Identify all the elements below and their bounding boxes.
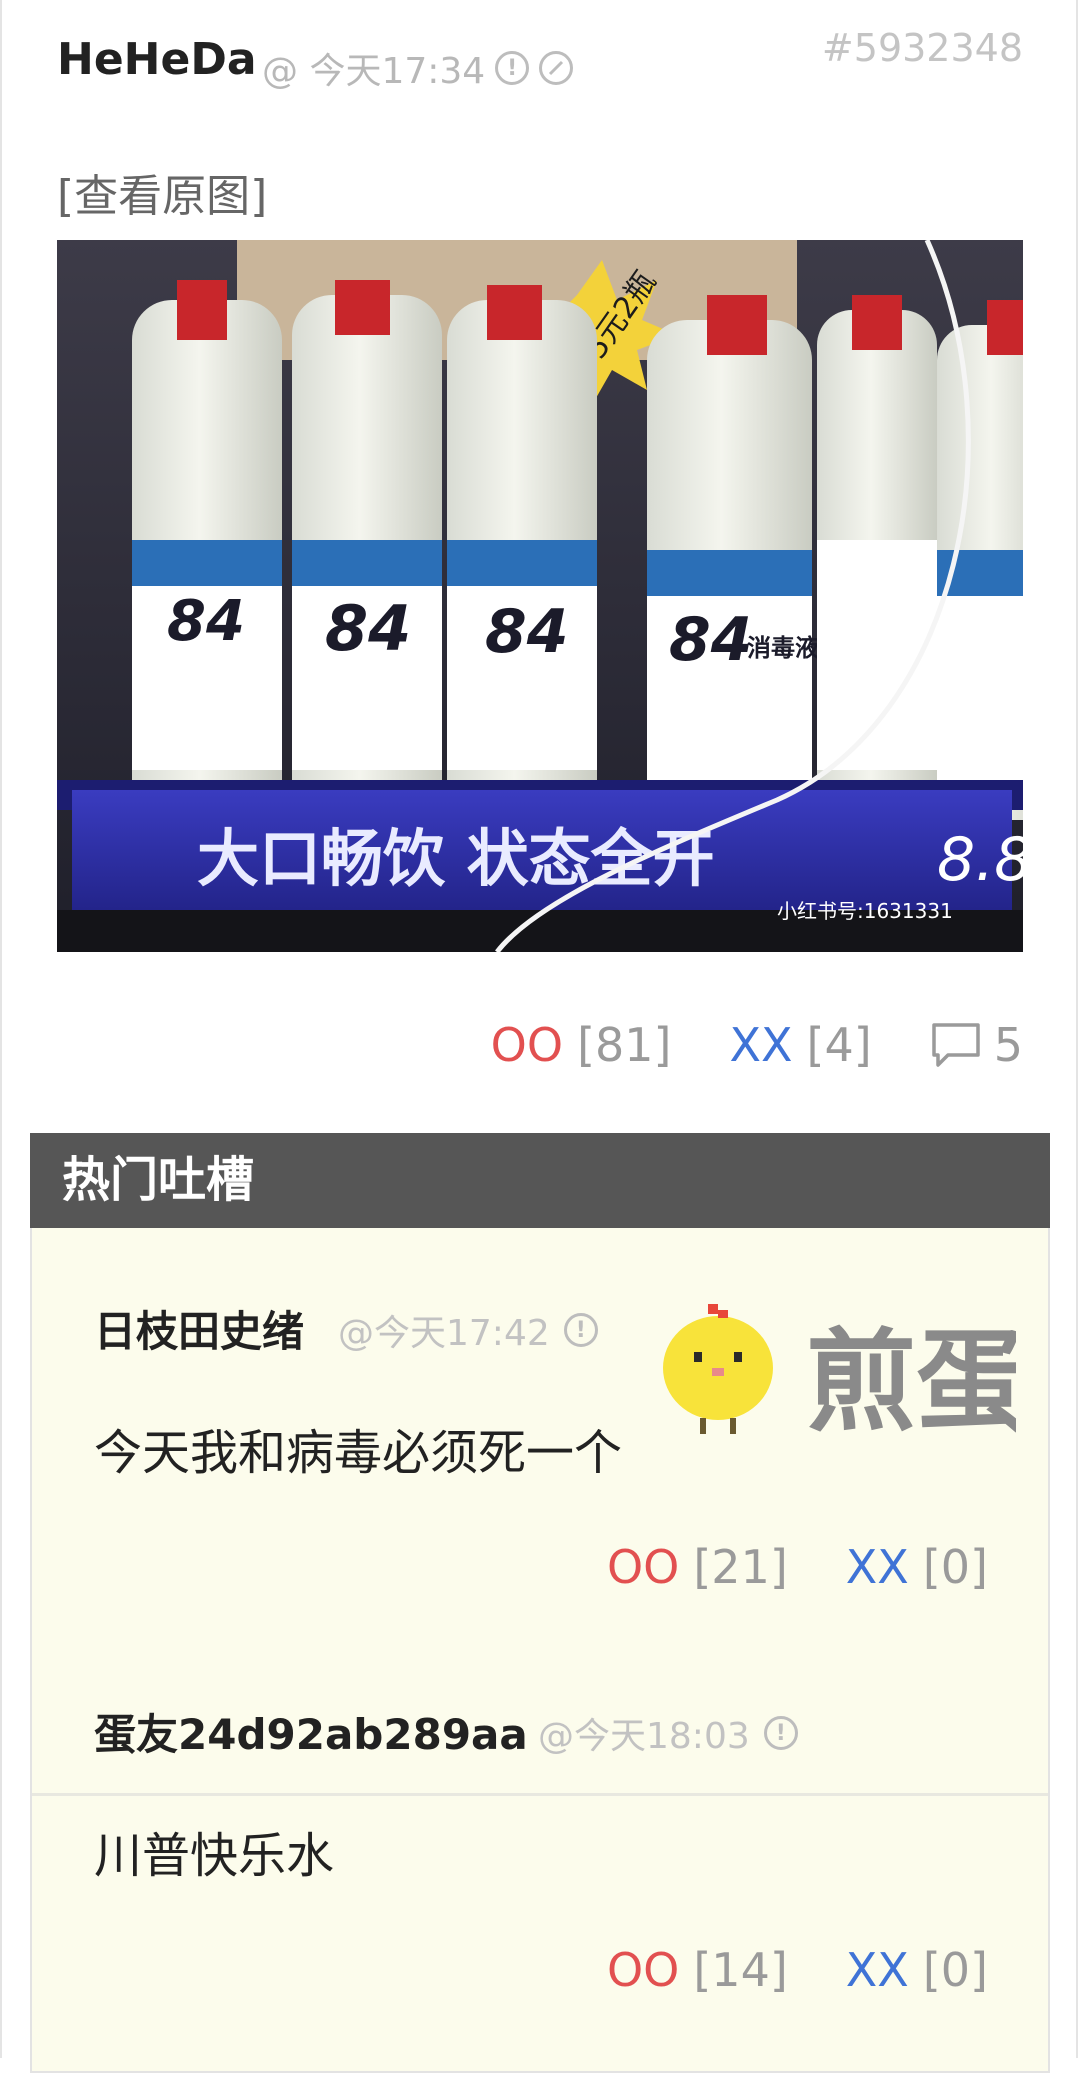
comment-meta: @今天17:42 ! [338, 1304, 598, 1356]
xx-label: XX [729, 1018, 793, 1072]
comment-text: 今天我和病毒必须死一个 [94, 1425, 623, 1481]
comment-time: @今天17:42 [338, 1313, 550, 1354]
bottle-label-2: 84 [325, 592, 411, 665]
post-meta: @ 今天17:34 ! [262, 42, 574, 94]
oo-vote-button[interactable]: OO [21] [607, 1540, 788, 1594]
bottle-label-3: 84 [485, 597, 569, 667]
oo-count: [21] [693, 1540, 788, 1594]
post-header: HeHeDa @ 今天17:34 ! #5932348 [57, 26, 1023, 92]
comment-author[interactable]: 蛋友24d92ab289aa [94, 1701, 528, 1762]
comment-meta: @今天18:03 ! [538, 1707, 798, 1759]
comment-author[interactable]: 日枝田史绪 [94, 1298, 304, 1359]
report-icon[interactable]: ! [563, 1313, 598, 1347]
post-author[interactable]: HeHeDa [57, 34, 257, 85]
bottle-label-1: 84 [167, 589, 245, 654]
xx-count: [0] [922, 1943, 988, 1997]
oo-vote-button[interactable]: OO [14] [607, 1943, 788, 1997]
oo-count: [14] [693, 1943, 788, 1997]
oo-label: OO [606, 1943, 680, 1997]
report-icon[interactable]: ! [763, 1716, 798, 1750]
photo-watermark: 小红书号:1631331 [777, 899, 953, 923]
xx-count: [4] [806, 1018, 872, 1072]
xx-label: XX [845, 1540, 909, 1594]
oo-count: [81] [577, 1018, 672, 1072]
xx-label: XX [845, 1943, 909, 1997]
bottles-photo: 5元2瓶 84 84 84 84 消毒液 大口畅饮 状态全开 8.8 小红书号:… [57, 240, 1023, 952]
post-image[interactable]: 5元2瓶 84 84 84 84 消毒液 大口畅饮 状态全开 8.8 小红书号:… [57, 240, 1023, 952]
xx-vote-button[interactable]: XX [0] [846, 1540, 988, 1594]
comment-item: 蛋友24d92ab289aa @今天18:03 ! 川普快乐水 OO [14] … [32, 1661, 1048, 1997]
comment-time: @今天18:03 [538, 1716, 750, 1757]
oo-label: OO [490, 1018, 564, 1072]
view-original-link[interactable]: [查看原图] [57, 160, 267, 224]
block-icon[interactable] [539, 51, 574, 85]
post-id[interactable]: #5932348 [822, 26, 1023, 70]
post-time: @ 今天17:34 [262, 51, 486, 92]
bottle-label-4: 84 [669, 605, 753, 675]
oo-label: OO [606, 1540, 680, 1594]
comments-button[interactable]: 5 [930, 1018, 1023, 1072]
comment-votes: OO [14] XX [0] [607, 1943, 988, 1997]
comment-count: 5 [993, 1018, 1023, 1072]
comment-votes: OO [21] XX [0] [607, 1540, 988, 1594]
bottle-label-text: 消毒液 [747, 634, 819, 662]
comment-text: 川普快乐水 [94, 1828, 335, 1884]
jandan-logo: 煎蛋 [663, 1304, 1016, 1436]
xx-vote-button[interactable]: XX [0] [846, 1943, 988, 1997]
xx-vote-button[interactable]: XX [4] [730, 1018, 872, 1072]
oo-vote-button[interactable]: OO [81] [491, 1018, 672, 1072]
comment-icon [931, 1023, 980, 1067]
post-votes: OO [81] XX [4] 5 [491, 1018, 1023, 1072]
logo-text: 煎蛋 [806, 1318, 1016, 1436]
report-icon[interactable]: ! [495, 51, 530, 85]
price-digits: 8.8 [937, 825, 1023, 895]
xx-count: [0] [922, 1540, 988, 1594]
hot-comments-panel: 热门吐槽 煎蛋 日枝田史绪 @今天17:42 ! 今天我和病毒必须死一个 OO … [30, 1133, 1050, 2073]
hot-comments-title: 热门吐槽 [30, 1133, 1050, 1228]
